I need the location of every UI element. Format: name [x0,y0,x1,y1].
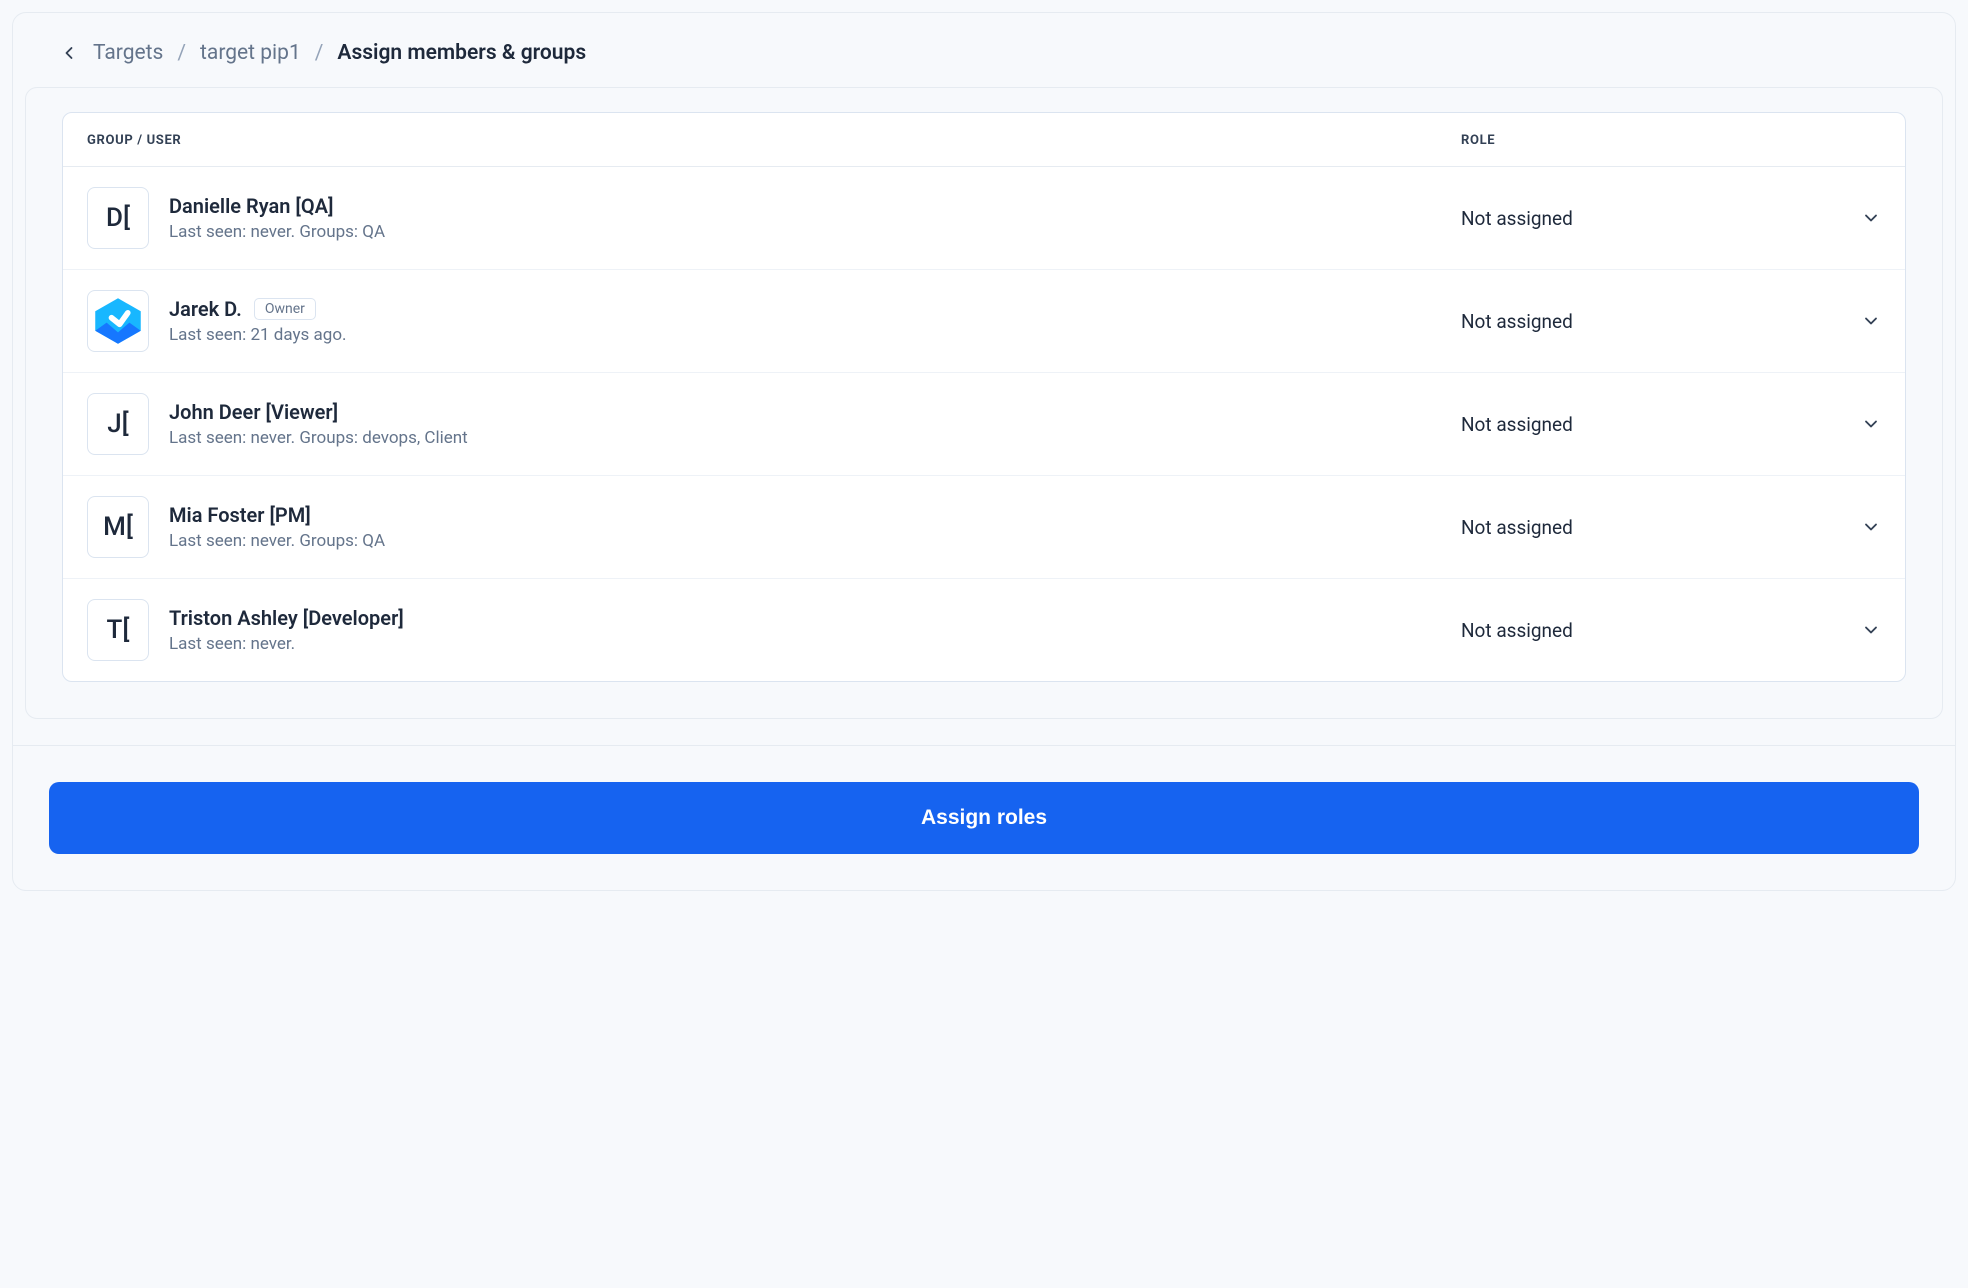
breadcrumb-separator: / [177,41,186,65]
user-name: Danielle Ryan [QA] [169,194,334,218]
table-header: GROUP / USER ROLE [63,113,1905,167]
back-button[interactable] [59,43,79,63]
role-value: Not assigned [1461,619,1573,642]
user-meta: Last seen: never. Groups: QA [169,222,385,242]
chevron-down-icon [1861,620,1881,640]
owner-badge: Owner [254,298,316,320]
user-name: Mia Foster [PM] [169,503,311,527]
user-meta: Last seen: 21 days ago. [169,325,347,345]
assign-roles-button[interactable]: Assign roles [49,782,1919,854]
footer: Assign roles [13,745,1955,890]
table-row: Jarek D. Owner Last seen: 21 days ago. N… [63,270,1905,373]
breadcrumb-link-targets[interactable]: Targets [93,41,163,65]
user-name: Jarek D. [169,297,242,321]
avatar [87,290,149,352]
breadcrumb-separator: / [315,41,324,65]
role-value: Not assigned [1461,516,1573,539]
user-meta: Last seen: never. Groups: QA [169,531,385,551]
role-select[interactable]: Not assigned [1461,413,1881,436]
chevron-down-icon [1861,311,1881,331]
table-row: T[ Triston Ashley [Developer] Last seen:… [63,579,1905,681]
role-value: Not assigned [1461,310,1573,333]
role-value: Not assigned [1461,207,1573,230]
assign-panel: GROUP / USER ROLE D[ Danielle Ryan [QA] … [25,87,1943,719]
role-select[interactable]: Not assigned [1461,619,1881,642]
avatar: D[ [87,187,149,249]
avatar: T[ [87,599,149,661]
chevron-down-icon [1861,414,1881,434]
user-name: Triston Ashley [Developer] [169,606,404,630]
user-meta: Last seen: never. [169,634,404,654]
role-select[interactable]: Not assigned [1461,516,1881,539]
breadcrumb-link-target[interactable]: target pip1 [200,41,301,65]
members-table: GROUP / USER ROLE D[ Danielle Ryan [QA] … [62,112,1906,682]
chevron-down-icon [1861,208,1881,228]
role-select[interactable]: Not assigned [1461,310,1881,333]
avatar: M[ [87,496,149,558]
user-meta: Last seen: never. Groups: devops, Client [169,428,468,448]
chevron-down-icon [1861,517,1881,537]
user-name: John Deer [Viewer] [169,400,338,424]
breadcrumb-current: Assign members & groups [337,41,586,65]
chevron-left-icon [59,43,79,63]
column-header-group-user: GROUP / USER [87,133,1461,148]
role-select[interactable]: Not assigned [1461,207,1881,230]
table-row: M[ Mia Foster [PM] Last seen: never. Gro… [63,476,1905,579]
table-row: J[ John Deer [Viewer] Last seen: never. … [63,373,1905,476]
role-value: Not assigned [1461,413,1573,436]
table-row: D[ Danielle Ryan [QA] Last seen: never. … [63,167,1905,270]
breadcrumb: Targets / target pip1 / Assign members &… [13,13,1955,87]
column-header-role: ROLE [1461,133,1881,148]
app-logo-icon [92,295,144,347]
avatar: J[ [87,393,149,455]
